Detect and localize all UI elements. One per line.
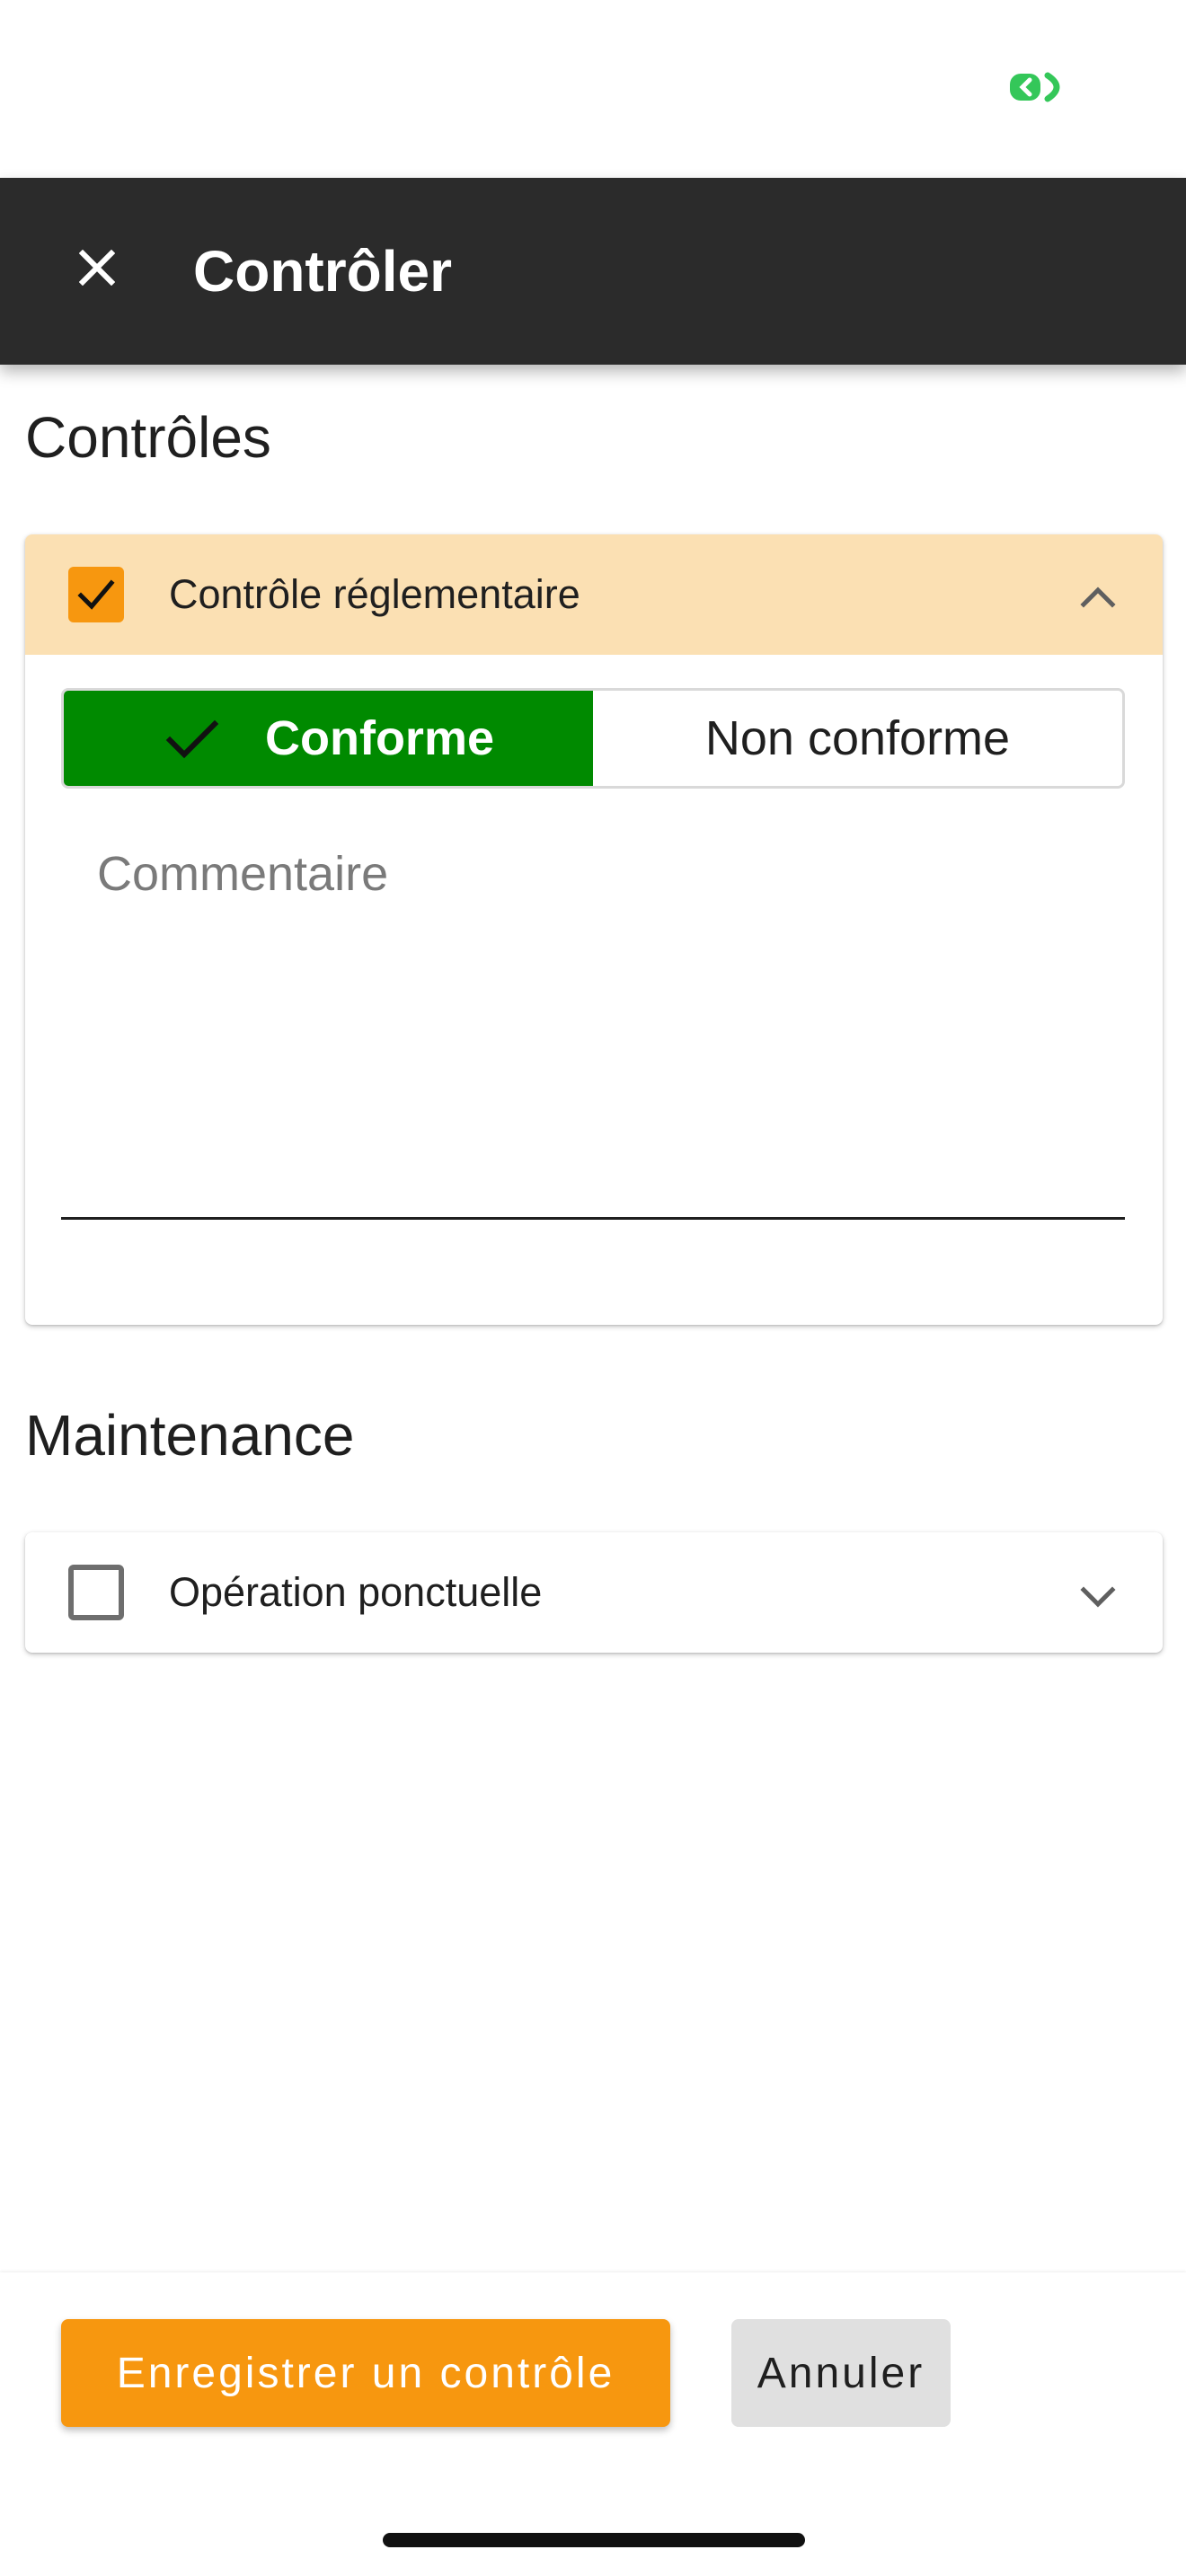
maintenance-checkbox[interactable]: [68, 1565, 124, 1620]
close-icon: [79, 250, 115, 286]
toggle-conforme[interactable]: Conforme: [64, 691, 593, 786]
control-card-header[interactable]: Contrôle réglementaire: [25, 534, 1163, 655]
home-indicator: [383, 2533, 805, 2547]
toggle-non-conforme[interactable]: Non conforme: [593, 691, 1122, 786]
app-bar: [0, 178, 1186, 365]
cancel-button[interactable]: Annuler: [731, 2319, 951, 2427]
status-indicator-icon: [1010, 72, 1060, 102]
save-control-button[interactable]: Enregistrer un contrôle: [61, 2319, 670, 2427]
section-title-maintenance: Maintenance: [25, 1403, 355, 1468]
comment-placeholder: Commentaire: [97, 847, 389, 901]
control-card-label: Contrôle réglementaire: [169, 571, 580, 617]
close-button[interactable]: [65, 235, 129, 300]
chevron-down-icon[interactable]: [1071, 1568, 1125, 1622]
control-checkbox[interactable]: [68, 567, 124, 622]
control-screen: Contrôler Contrôles Contrôle réglementai…: [0, 0, 1186, 2576]
maintenance-card: Opération ponctuelle: [25, 1532, 1163, 1653]
status-bar: [0, 0, 1186, 178]
toggle-conforme-label: Conforme: [265, 711, 494, 765]
page-title: Contrôler: [193, 239, 452, 304]
chevron-up-icon[interactable]: [1071, 570, 1125, 624]
control-card: Contrôle réglementaire Conforme Non conf…: [25, 534, 1163, 1325]
section-title-controls: Contrôles: [25, 405, 271, 470]
toggle-non-conforme-label: Non conforme: [704, 711, 1011, 765]
maintenance-card-header[interactable]: Opération ponctuelle: [25, 1532, 1163, 1653]
maintenance-card-label: Opération ponctuelle: [169, 1569, 543, 1615]
conformity-toggle-group: Conforme Non conforme: [61, 688, 1125, 789]
check-icon: [165, 719, 219, 759]
comment-underline: [61, 1217, 1125, 1220]
check-icon: [77, 579, 115, 610]
